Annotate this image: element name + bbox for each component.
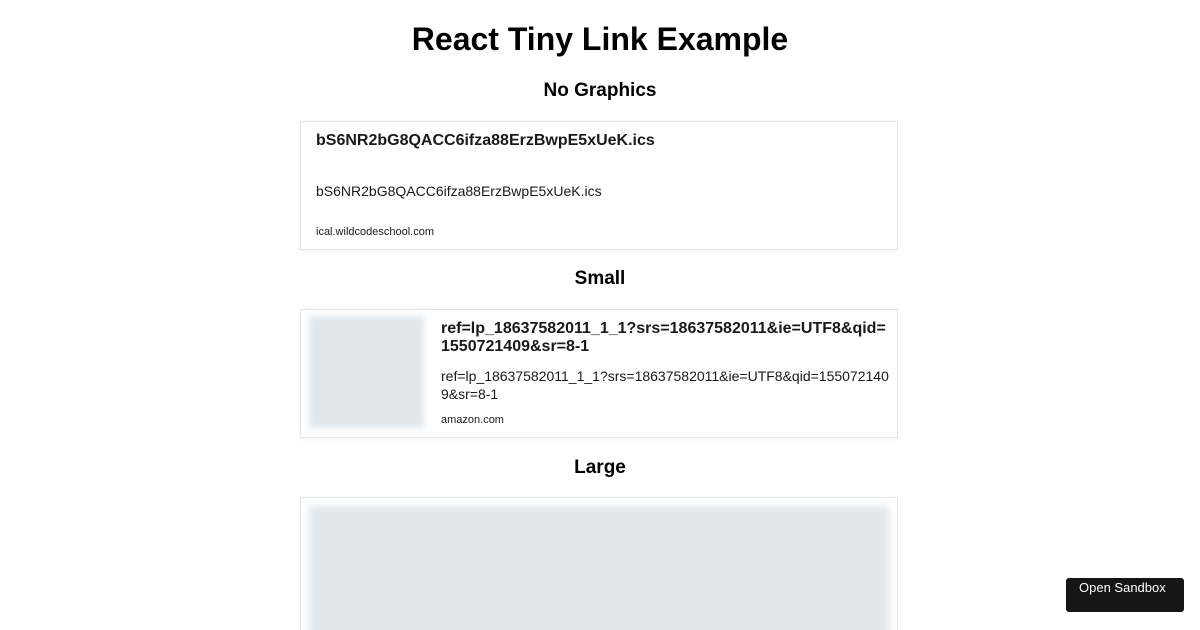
card-description: ref=lp_18637582011_1_1?srs=18637582011&i… xyxy=(441,368,889,402)
card-image-placeholder xyxy=(309,316,424,428)
card-title: bS6NR2bG8QACC6ifza88ErzBwpE5xUeK.ics xyxy=(316,132,655,149)
section-heading-small: Small xyxy=(574,268,626,289)
link-preview-card-no-graphics[interactable]: bS6NR2bG8QACC6ifza88ErzBwpE5xUeK.ics bS6… xyxy=(300,121,898,250)
card-domain: ical.wildcodeschool.com xyxy=(316,226,434,238)
card-description: bS6NR2bG8QACC6ifza88ErzBwpE5xUeK.ics xyxy=(316,183,602,199)
open-sandbox-button[interactable]: Open Sandbox xyxy=(1066,578,1184,612)
link-preview-card-large[interactable] xyxy=(300,497,898,630)
page: React Tiny Link Example No Graphics bS6N… xyxy=(0,0,1200,630)
section-heading-large: Large xyxy=(574,457,626,478)
card-image-placeholder xyxy=(309,506,889,630)
section-heading-no-graphics: No Graphics xyxy=(543,80,657,101)
card-title: ref=lp_18637582011_1_1?srs=18637582011&i… xyxy=(441,320,886,355)
card-domain: amazon.com xyxy=(441,414,504,426)
page-title: React Tiny Link Example xyxy=(411,21,789,57)
link-preview-card-small[interactable]: ref=lp_18637582011_1_1?srs=18637582011&i… xyxy=(300,309,898,438)
